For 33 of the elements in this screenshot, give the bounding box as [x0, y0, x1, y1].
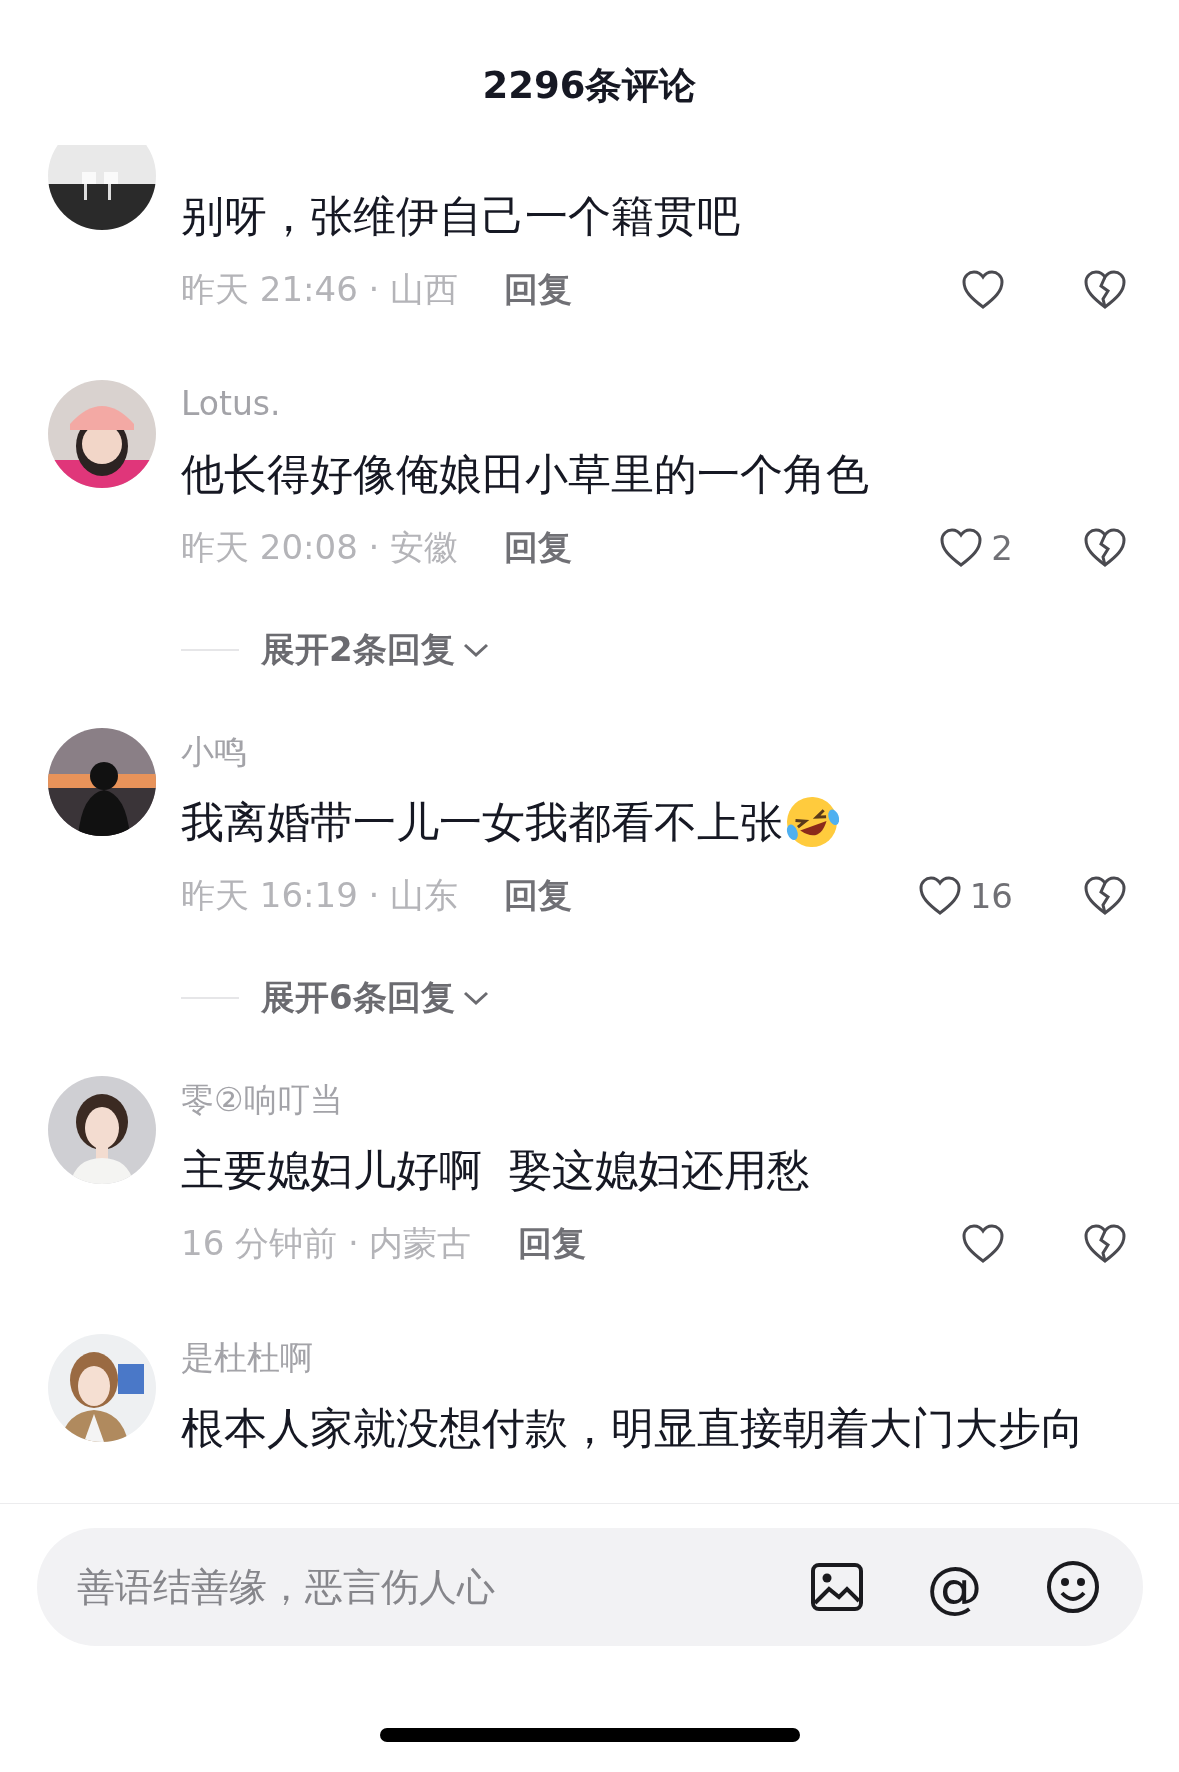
broken-heart-icon[interactable] [1083, 875, 1127, 917]
reply-button[interactable]: 回复 [504, 267, 573, 313]
mention-button[interactable]: @ [924, 1557, 985, 1617]
comment-text: 根本人家就没想付款，明显直接朝着大门大步向 [181, 1402, 1084, 1455]
heart-icon[interactable] [961, 1223, 1005, 1265]
broken-heart-icon[interactable] [1083, 269, 1127, 311]
username[interactable]: 小鸣 [181, 728, 247, 776]
timestamp-location: 16 分钟前 · 内蒙古 [181, 1222, 472, 1265]
comment-text: 别呀，张维伊自己一个籍贯吧 [181, 190, 740, 243]
expand-replies-button[interactable]: 展开2条回复 [261, 627, 491, 673]
like-count: 2 [991, 528, 1013, 568]
comment-count-title: 2296条评论 [482, 64, 697, 108]
reply-button[interactable]: 回复 [504, 873, 573, 919]
username[interactable]: 是杜杜啊 [181, 1334, 313, 1382]
heart-icon[interactable] [939, 527, 984, 569]
heart-icon[interactable] [917, 875, 962, 917]
broken-heart-icon[interactable] [1083, 527, 1127, 569]
heart-icon[interactable] [961, 269, 1005, 311]
comment-text: 他长得好像俺娘田小草里的一个角色 [181, 448, 869, 501]
like-count: 16 [969, 876, 1013, 916]
comment-input-field[interactable]: 善语结善缘，恶言伤人心 @ [36, 1528, 1143, 1646]
username[interactable]: Lotus. [181, 380, 281, 428]
comment-text: 主要媳妇儿好啊 娶这媳妇还用愁 [181, 1144, 811, 1197]
comment-text: 我离婚带一儿一女我都看不上张 [181, 796, 783, 849]
expand-replies-button[interactable]: 展开6条回复 [261, 975, 491, 1021]
timestamp-location: 昨天 20:08 · 安徽 [181, 526, 459, 569]
comment-field[interactable]: 善语结善缘，恶言伤人心 [74, 1556, 749, 1618]
broken-heart-icon[interactable] [1083, 1223, 1127, 1265]
timestamp-location: 昨天 16:19 · 山东 [181, 874, 459, 917]
username[interactable]: 零②响叮当 [181, 1076, 343, 1124]
timestamp-location: 昨天 21:46 · 山西 [181, 268, 459, 311]
reply-button[interactable]: 回复 [517, 1221, 586, 1267]
reply-button[interactable]: 回复 [504, 525, 573, 571]
